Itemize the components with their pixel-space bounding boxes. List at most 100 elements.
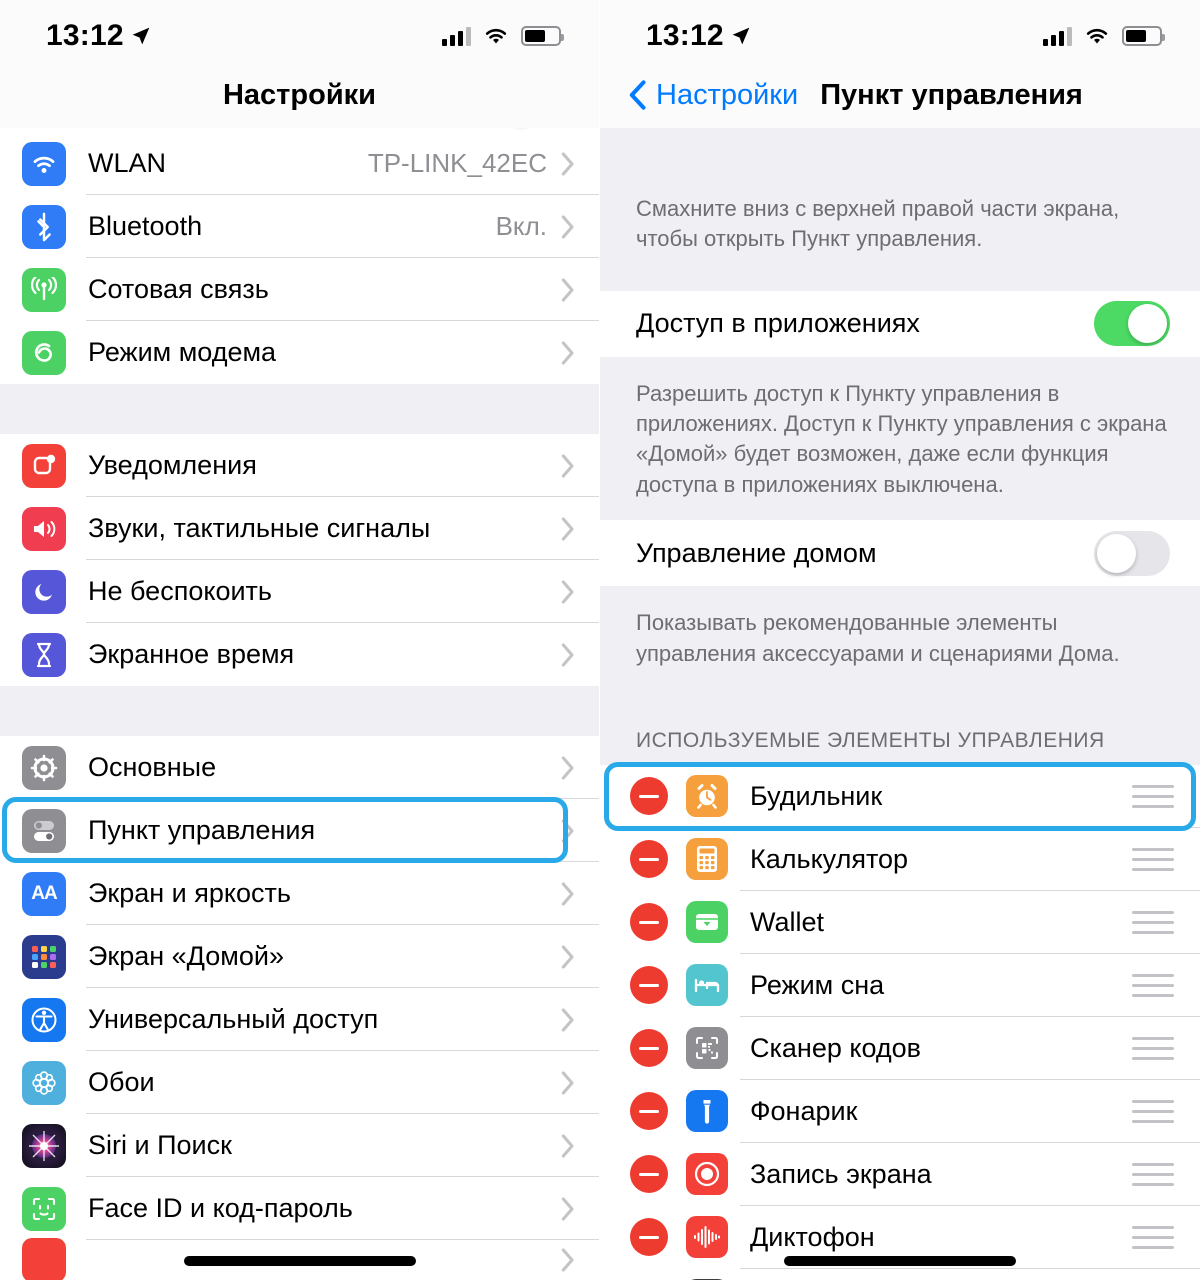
sounds-app-icon — [22, 506, 66, 551]
control-center-scroll-area[interactable]: Смахните вниз с верхней правой части экр… — [600, 128, 1200, 1280]
drag-handle-icon[interactable] — [1132, 1162, 1174, 1186]
settings-row-notifications[interactable]: Уведомления — [0, 434, 599, 497]
settings-row-access-in-apps[interactable]: Доступ в приложениях — [600, 290, 1200, 357]
control-row-wallet[interactable]: Wallet — [600, 890, 1200, 954]
minus-icon[interactable] — [630, 777, 668, 816]
settings-row-home-screen[interactable]: Экран «Домой» — [0, 925, 599, 988]
cellular-app-icon — [22, 267, 66, 312]
intro-footnote: Смахните вниз с верхней правой части экр… — [600, 166, 1200, 291]
minus-icon[interactable] — [630, 840, 668, 879]
settings-row-accessibility[interactable]: Универсальный доступ — [0, 988, 599, 1051]
minus-icon[interactable] — [630, 966, 668, 1005]
chevron-right-icon — [561, 1007, 574, 1032]
access-in-apps-footnote: Разрешить доступ к Пункту управления в п… — [600, 356, 1200, 521]
wallet-icon — [686, 901, 728, 944]
do-not-disturb-app-icon — [22, 569, 66, 614]
settings-row-label: WLAN — [88, 148, 167, 178]
battery-icon — [1122, 26, 1165, 46]
siri-app-icon — [22, 1123, 66, 1168]
control-row-calculator[interactable]: Калькулятор — [600, 827, 1200, 891]
chevron-right-icon — [561, 516, 574, 541]
settings-group-alerts: Уведомления Звуки, тактильные сигналы Не… — [0, 434, 599, 686]
control-row-label: Диктофон — [750, 1221, 875, 1252]
status-bar-right-group — [442, 26, 564, 46]
status-bar-left-group: 13:12 — [46, 19, 151, 53]
settings-row-display-brightness[interactable]: AA Экран и яркость — [0, 862, 599, 925]
control-row-flashlight[interactable]: Фонарик — [600, 1079, 1200, 1143]
home-control-toggle[interactable] — [1094, 530, 1170, 576]
settings-row-do-not-disturb[interactable]: Не беспокоить — [0, 560, 599, 623]
group-spacer — [0, 686, 599, 736]
control-row-screen-recording[interactable]: Запись экрана — [600, 1142, 1200, 1206]
control-row-code-scanner[interactable]: Сканер кодов — [600, 1016, 1200, 1080]
settings-row-wallpaper[interactable]: Обои — [0, 1051, 599, 1114]
minus-icon[interactable] — [630, 1092, 668, 1131]
wifi-icon — [483, 26, 509, 46]
minus-icon[interactable] — [630, 903, 668, 942]
wifi-icon — [1084, 26, 1110, 46]
settings-row-hotspot[interactable]: Режим модема — [0, 321, 599, 384]
back-button[interactable]: Настройки — [600, 79, 798, 112]
included-controls-list: Будильник Калькулятор Wallet Режим сна С… — [600, 761, 1200, 1280]
status-time: 13:12 — [646, 19, 724, 52]
settings-row-siri-search[interactable]: Siri и Поиск — [0, 1114, 599, 1177]
control-row-sleep-mode[interactable]: Режим сна — [600, 953, 1200, 1017]
settings-group-system: Основные Пункт управления AA Экран и ярк… — [0, 736, 599, 1280]
drag-handle-icon[interactable] — [1132, 847, 1174, 871]
settings-group-home-control: Управление домом — [600, 520, 1200, 587]
settings-row-label: Сотовая связь — [88, 274, 269, 304]
cellular-signal-icon — [442, 26, 471, 46]
alarm-clock-icon — [686, 775, 728, 818]
drag-handle-icon[interactable] — [1132, 784, 1174, 808]
cellular-signal-icon — [1043, 26, 1072, 46]
chevron-right-icon — [561, 881, 574, 906]
settings-scroll-area[interactable]: WLAN TP-LINK_42EC Bluetooth Вкл. Сотовая… — [0, 128, 599, 1280]
settings-row-cellular[interactable]: Сотовая связь — [0, 258, 599, 321]
group-spacer — [0, 384, 599, 434]
status-time: 13:12 — [46, 19, 124, 52]
chevron-right-icon — [561, 151, 574, 176]
settings-row-value: TP-LINK_42EC — [367, 148, 547, 178]
settings-row-screen-time[interactable]: Экранное время — [0, 623, 599, 686]
drag-handle-icon[interactable] — [1132, 1099, 1174, 1123]
settings-row-sounds[interactable]: Звуки, тактильные сигналы — [0, 497, 599, 560]
settings-row-label: Bluetooth — [88, 211, 203, 241]
settings-row-face-id[interactable]: Face ID и код-пароль — [0, 1177, 599, 1240]
home-indicator — [784, 1256, 1016, 1266]
settings-row-label: Siri и Поиск — [88, 1130, 232, 1160]
voice-memos-icon — [686, 1216, 728, 1259]
settings-row-control-center[interactable]: Пункт управления — [0, 799, 599, 862]
settings-row-general[interactable]: Основные — [0, 736, 599, 799]
page-title: Пункт управления — [820, 78, 1083, 111]
minus-icon[interactable] — [630, 1155, 668, 1194]
settings-row-wlan[interactable]: WLAN TP-LINK_42EC — [0, 132, 599, 195]
general-app-icon — [22, 745, 66, 790]
location-arrow-icon — [131, 26, 151, 46]
control-row-label: Режим сна — [750, 969, 885, 1000]
control-row-guided-access[interactable]: Гид-доступ — [600, 1268, 1200, 1280]
minus-icon[interactable] — [630, 1029, 668, 1068]
screen-time-app-icon — [22, 632, 66, 677]
settings-row-home-control[interactable]: Управление домом — [600, 520, 1200, 587]
drag-handle-icon[interactable] — [1132, 973, 1174, 997]
flashlight-icon — [686, 1090, 728, 1133]
hotspot-app-icon — [22, 330, 66, 375]
status-bar-left: 13:12 — [0, 0, 599, 62]
notifications-app-icon — [22, 443, 66, 488]
settings-row-label: Обои — [88, 1067, 155, 1097]
wifi-app-icon — [22, 141, 66, 186]
drag-handle-icon[interactable] — [1132, 1225, 1174, 1249]
drag-handle-icon[interactable] — [1132, 1036, 1174, 1060]
access-in-apps-toggle[interactable] — [1094, 301, 1170, 347]
settings-row-label: Доступ в приложениях — [636, 308, 920, 339]
minus-icon[interactable] — [630, 1218, 668, 1257]
settings-row-label: Универсальный доступ — [88, 1004, 379, 1034]
settings-row-bluetooth[interactable]: Bluetooth Вкл. — [0, 195, 599, 258]
chevron-right-icon — [561, 1070, 574, 1095]
section-header-included-controls: ИСПОЛЬЗУЕМЫЕ ЭЛЕМЕНТЫ УПРАВЛЕНИЯ — [600, 688, 1200, 765]
drag-handle-icon[interactable] — [1132, 910, 1174, 934]
chevron-right-icon — [561, 1133, 574, 1158]
chevron-right-icon — [561, 818, 574, 843]
control-row-alarm[interactable]: Будильник — [600, 764, 1200, 828]
wallpaper-app-icon — [22, 1060, 66, 1105]
